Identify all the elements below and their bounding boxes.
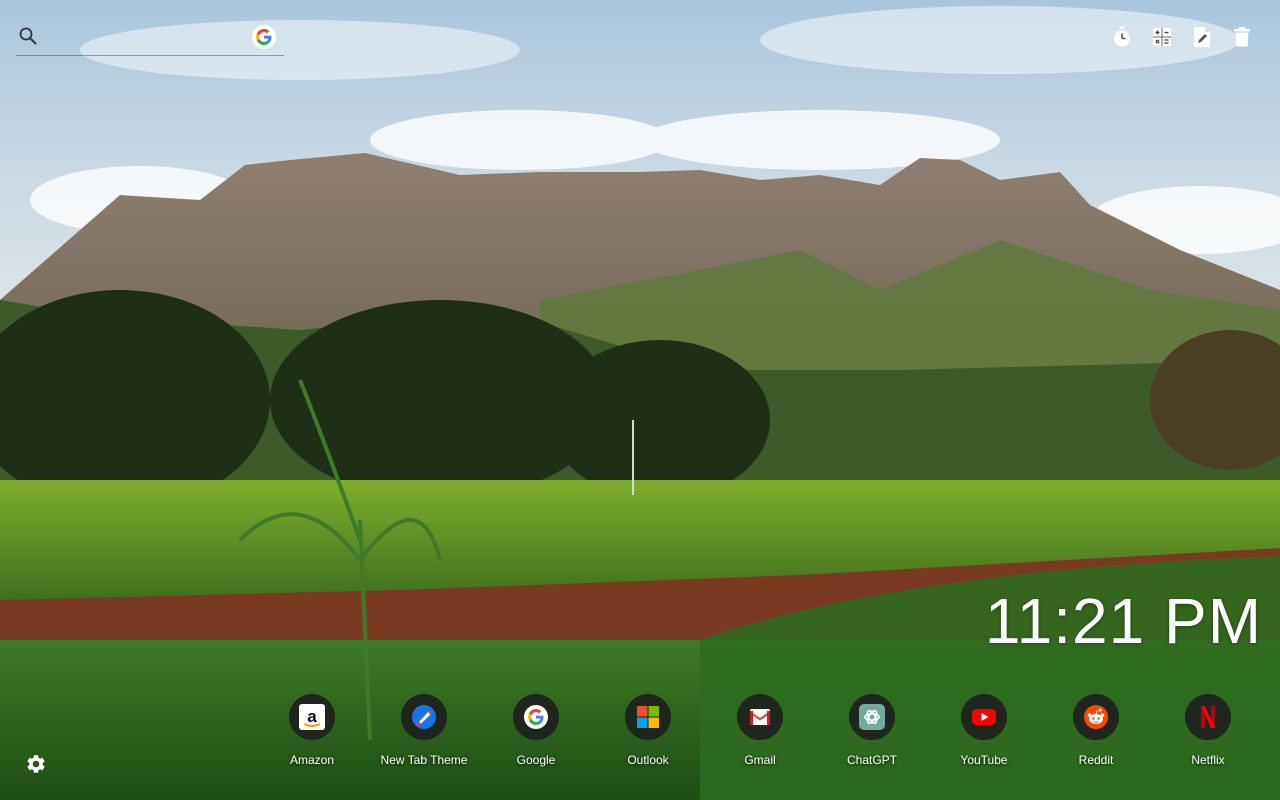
- outlook-icon: [637, 706, 659, 728]
- gear-icon[interactable]: [25, 753, 47, 775]
- youtube-icon: [972, 709, 996, 725]
- shortcut-youtube[interactable]: YouTube: [928, 694, 1040, 774]
- shortcut-label: YouTube: [960, 753, 1008, 767]
- chatgpt-icon: [859, 704, 885, 730]
- shortcut-label: ChatGPT: [846, 753, 897, 767]
- shortcut-new-tab-theme[interactable]: New Tab Theme: [368, 694, 480, 774]
- new-tab-theme-icon: [412, 705, 436, 729]
- notes-icon[interactable]: [1190, 25, 1214, 49]
- search-input[interactable]: [46, 26, 250, 50]
- shortcut-chatgpt[interactable]: ChatGPT: [816, 694, 928, 774]
- shortcut-reddit[interactable]: Reddit: [1040, 694, 1152, 774]
- top-toolbar: [1110, 25, 1254, 49]
- shortcut-label: New Tab Theme: [380, 753, 468, 767]
- google-search-engine-icon[interactable]: [252, 25, 276, 49]
- calculator-icon[interactable]: [1150, 25, 1174, 49]
- amazon-icon: a: [299, 704, 325, 730]
- google-icon: [524, 705, 548, 729]
- shortcut-netflix[interactable]: Netflix: [1152, 694, 1264, 774]
- shortcut-amazon[interactable]: a Amazon: [256, 694, 368, 774]
- shortcut-label: Google: [516, 753, 556, 767]
- shortcut-label: Gmail: [744, 753, 776, 767]
- shortcut-gmail[interactable]: Gmail: [704, 694, 816, 774]
- shortcut-google[interactable]: Google: [480, 694, 592, 774]
- search-bar[interactable]: [16, 24, 284, 56]
- search-icon[interactable]: [18, 26, 38, 51]
- shortcut-label: Amazon: [289, 753, 335, 767]
- svg-text:a: a: [307, 707, 317, 726]
- shortcut-dock: a Amazon New Tab Theme Google Outlook Gm…: [256, 694, 1264, 774]
- shortcut-outlook[interactable]: Outlook: [592, 694, 704, 774]
- shortcut-label: Outlook: [627, 753, 669, 767]
- shortcut-label: Netflix: [1191, 753, 1225, 767]
- clock-time: 11:21 PM: [984, 585, 1262, 657]
- timer-icon[interactable]: [1110, 25, 1134, 49]
- wallpaper-landscape: [0, 0, 1280, 800]
- reddit-icon: [1084, 705, 1108, 729]
- netflix-icon: [1201, 706, 1215, 728]
- trash-icon[interactable]: [1230, 25, 1254, 49]
- gmail-icon: [750, 709, 770, 725]
- shortcut-label: Reddit: [1078, 753, 1114, 767]
